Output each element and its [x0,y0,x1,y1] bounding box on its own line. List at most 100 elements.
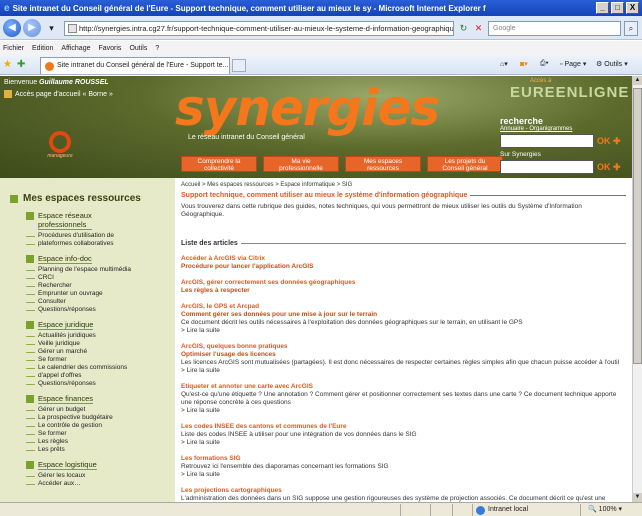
address-input[interactable]: http://synergies.intra.cg27.fr/support-t… [64,21,454,36]
article-title[interactable]: ArcGIS, le GPS et Arcpad [181,303,626,311]
tools-menu[interactable]: ⚙ Outils ▾ [596,60,628,69]
nav-item[interactable]: Les prêts [26,446,175,454]
home-page-link[interactable]: Accès page d'accueil « Borne » [4,90,113,98]
menu-fichier[interactable]: Fichier [3,45,24,52]
article-subtitle[interactable]: Procédure pour lancer l'application ArcG… [181,263,626,271]
article-title[interactable]: Accéder à ArcGIS via Citrix [181,255,626,263]
browser-tab[interactable]: Site intranet du Conseil général de l'Eu… [40,57,230,74]
menu-help[interactable]: ? [155,45,159,52]
manageure-logo[interactable]: manageure [46,131,74,159]
nav-item[interactable]: Planning de l'espace multimédia [26,266,175,274]
nav-item[interactable]: Gérer un marché [26,348,175,356]
nav-section[interactable]: Espace info-doc [26,254,175,264]
forward-button[interactable]: ▶ [23,19,41,37]
nav-section[interactable]: Espace juridique [26,320,175,330]
nav-item[interactable]: d'appel d'offres [26,372,175,380]
nav-projets-button[interactable]: Les projets du Conseil général [427,156,503,172]
back-button[interactable]: ◀ [3,19,21,37]
article-item: ArcGIS, le GPS et Arcpad Comment gérer se… [181,303,626,335]
address-toolbar: ◀ ▶ ▾ http://synergies.intra.cg27.fr/sup… [0,16,642,40]
menu-bar: Fichier Edition Affichage Favoris Outils… [0,41,642,55]
directory-search-input[interactable] [500,134,594,148]
nav-item[interactable]: CRCI [26,274,175,282]
nav-section[interactable]: Espace logistique [26,460,175,470]
nav-section[interactable]: Espace réseaux professionnels [26,211,175,230]
stop-icon[interactable]: ✕ [471,21,486,36]
close-button[interactable]: X [626,2,639,14]
nav-item[interactable]: Le calendrier des commissions [26,364,175,372]
eure-en-ligne-link[interactable]: Accès à EUREENLIGNE [500,78,628,104]
read-more-link[interactable]: > Lire la suite [181,439,626,447]
nav-item[interactable]: Actualités juridiques [26,332,175,340]
search-title: recherche [500,116,544,126]
nav-espaces-button[interactable]: Mes espaces ressources [345,156,421,172]
nav-item[interactable]: Rechercher [26,282,175,290]
nav-item[interactable]: Se former [26,356,175,364]
site-search-input[interactable] [500,160,594,174]
maximize-button[interactable]: □ [611,2,624,14]
read-more-link[interactable]: > Lire la suite [181,367,626,375]
nav-item[interactable]: Questions/réponses [26,306,175,314]
nav-item[interactable]: La prospective budgétaire [26,414,175,422]
minimize-button[interactable]: _ [596,2,609,14]
nav-item[interactable]: Les règles [26,438,175,446]
nav-item[interactable]: Gérer un budget [26,406,175,414]
nav-comprendre-button[interactable]: Comprendre la collectivité [181,156,257,172]
nav-item[interactable]: plateformes collaboratives [26,240,175,248]
window-title: Site intranet du Conseil général de l'Eu… [12,3,486,13]
scroll-up-arrow[interactable]: ▲ [633,76,642,85]
nav-ma-vie-button[interactable]: Ma vie professionnelle [263,156,339,172]
zoom-level[interactable]: 🔍 100% ▾ [588,504,622,516]
nav-item[interactable]: Gérer les locaux [26,472,175,480]
search-input[interactable]: Google [488,21,621,36]
article-subtitle[interactable]: Optimiser l'usage des licences [181,351,626,359]
scroll-thumb[interactable] [633,88,642,364]
vertical-scrollbar[interactable]: ▲ ▼ [632,76,642,502]
home-link-icon [4,90,12,98]
scroll-down-arrow[interactable]: ▼ [633,493,642,502]
nav-item[interactable]: Consulter [26,298,175,306]
site-header: Bienvenue Guillaume ROUSSEL Accès page d… [0,76,632,178]
nav-item[interactable]: Procédures d'utilisation de [26,232,175,240]
breadcrumb[interactable]: Accueil > Mes espaces ressources > Espac… [181,182,626,188]
menu-affichage[interactable]: Affichage [61,45,90,52]
menu-favoris[interactable]: Favoris [98,45,121,52]
article-title[interactable]: Les codes INSEE des cantons et communes … [181,423,626,431]
nav-item[interactable]: Accéder aux… [26,480,175,488]
read-more-link[interactable]: > Lire la suite [181,407,626,415]
add-favorite-icon[interactable]: ✚ [17,59,25,70]
article-title[interactable]: Etiqueter et annoter une carte avec ArcG… [181,383,626,391]
site-ok-button[interactable]: OK ✚ [597,162,621,173]
article-item: Les projections cartographiques L'adminis… [181,487,626,502]
new-tab-button[interactable] [232,59,246,72]
nav-item[interactable]: Questions/réponses [26,380,175,388]
synergies-logo[interactable]: synergies [175,82,440,142]
menu-edition[interactable]: Edition [32,45,53,52]
nav-item[interactable]: Veille juridique [26,340,175,348]
nav-section[interactable]: Espace finances [26,394,175,404]
read-more-link[interactable]: > Lire la suite [181,327,626,335]
page-menu[interactable]: ▫ Page ▾ [560,60,586,69]
article-subtitle[interactable]: Comment gérer ses données pour une mise … [181,311,626,319]
article-title[interactable]: ArcGIS, gérer correctement ses données g… [181,279,626,287]
refresh-icon[interactable]: ↻ [456,21,471,36]
read-more-link[interactable]: > Lire la suite [181,471,626,479]
menu-outils[interactable]: Outils [129,45,147,52]
favorites-star-icon[interactable]: ★ [3,59,12,70]
intro-text: Vous trouverez dans cette rubrique des g… [181,203,582,218]
print-icon[interactable]: ⎙▾ [540,60,549,68]
article-title[interactable]: Les formations SIG [181,455,626,463]
nav-item[interactable]: Se former [26,430,175,438]
directory-link[interactable]: Annuaire - Organigrammes [500,126,625,132]
nav-dropdown-icon[interactable]: ▾ [44,21,59,36]
article-subtitle[interactable]: Les règles à respecter [181,287,626,295]
header-nav: Comprendre la collectivité Ma vie professi… [181,156,503,172]
search-icon[interactable]: ⌕ [624,21,638,36]
feeds-icon[interactable]: ◙▾ [520,60,528,68]
directory-ok-button[interactable]: OK ✚ [597,136,621,147]
nav-item[interactable]: Emprunter un ouvrage [26,290,175,298]
article-title[interactable]: Les projections cartographiques [181,487,626,495]
home-icon[interactable]: ⌂▾ [500,60,508,68]
article-title[interactable]: ArcGIS, quelques bonne pratiques [181,343,626,351]
nav-item[interactable]: Le contrôle de gestion [26,422,175,430]
